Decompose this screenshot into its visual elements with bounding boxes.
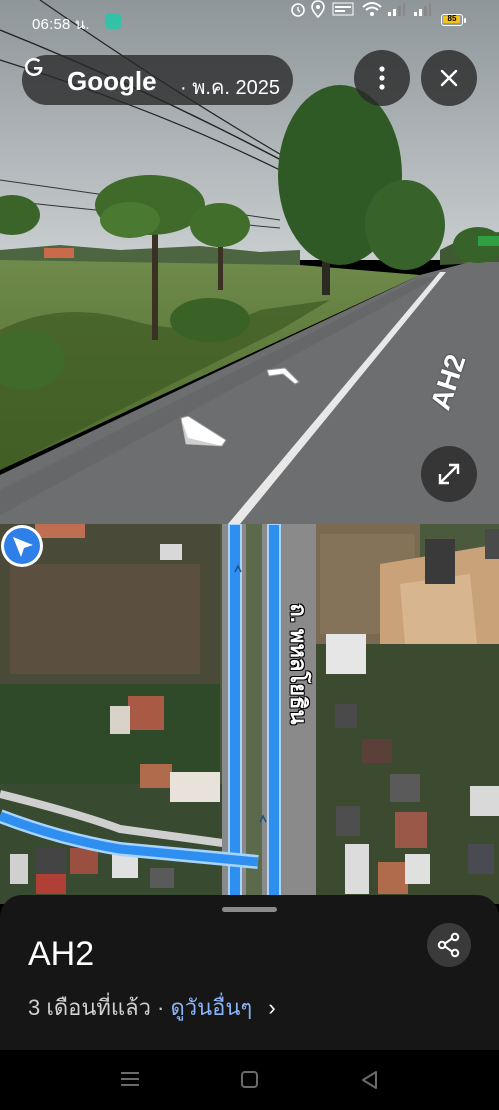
battery-icon: 85 <box>441 14 463 26</box>
home-icon[interactable] <box>240 1070 260 1090</box>
status-bar: 06:58 น. 85 <box>0 0 499 44</box>
map-road-name: ถ. พหลโยธิน <box>286 603 311 725</box>
more-vert-icon <box>379 66 385 90</box>
time-ago-text: 3 เดือนที่แล้ว · <box>28 995 171 1020</box>
place-title: AH2 <box>28 935 95 973</box>
signal-icon <box>414 3 431 16</box>
back-icon[interactable] <box>360 1070 380 1090</box>
satellite-imagery[interactable] <box>0 524 499 904</box>
more-options-button[interactable] <box>354 50 410 106</box>
place-subtitle: 3 เดือนที่แล้ว · ดูวันอื่นๆ › <box>28 990 276 1025</box>
wifi-icon <box>362 2 382 16</box>
close-button[interactable] <box>421 50 477 106</box>
location-marker-icon[interactable] <box>0 524 44 568</box>
recent-apps-icon[interactable] <box>120 1070 140 1088</box>
expand-button[interactable] <box>421 446 477 502</box>
move-forward-arrow[interactable] <box>265 366 301 386</box>
capture-date: · พ.ค. 2025 <box>180 77 280 99</box>
see-other-dates-link[interactable]: ดูวันอื่นๆ <box>170 995 252 1020</box>
close-icon <box>440 69 458 87</box>
satellite-map[interactable]: ถ. พหลโยธิน <box>0 524 499 904</box>
fullscreen-icon <box>438 463 460 485</box>
status-time: 06:58 น. <box>32 16 90 33</box>
google-brand: Google <box>67 66 157 96</box>
data-speed-icon <box>332 2 354 16</box>
signal-icon <box>388 3 405 16</box>
drag-handle[interactable] <box>222 907 277 912</box>
share-icon <box>437 932 460 958</box>
street-view-panel[interactable]: AH2 06:58 น. 85 Google · พ.ค. 2025 <box>0 0 499 524</box>
battery-level: 85 <box>447 14 457 23</box>
share-button[interactable] <box>427 923 471 967</box>
chevron-right-icon[interactable]: › <box>268 995 275 1020</box>
alarm-icon <box>291 3 305 17</box>
place-bottom-sheet[interactable]: AH2 3 เดือนที่แล้ว · ดูวันอื่นๆ › <box>0 895 499 1050</box>
location-icon <box>311 0 325 18</box>
google-date-pill[interactable]: Google · พ.ค. 2025 <box>22 55 293 105</box>
chat-notification-icon <box>105 13 121 29</box>
system-nav-bar <box>0 1050 499 1110</box>
move-back-arrow[interactable] <box>178 416 228 450</box>
google-g-icon <box>25 58 43 76</box>
